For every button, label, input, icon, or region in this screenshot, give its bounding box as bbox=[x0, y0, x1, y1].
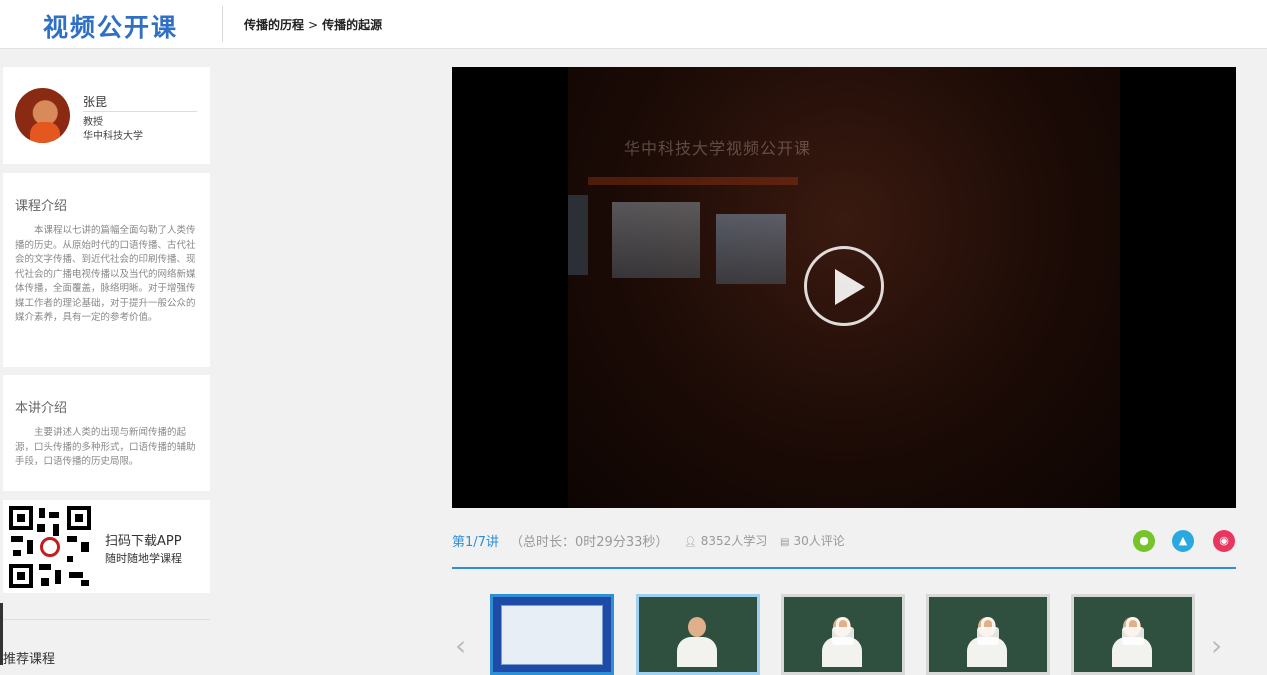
breadcrumb-lecture[interactable]: 传播的起源 bbox=[322, 18, 382, 32]
stage-screen bbox=[612, 202, 700, 278]
lecture-thumbnail[interactable] bbox=[636, 594, 760, 675]
thumbnail-image bbox=[639, 597, 757, 672]
lecture-duration: （总时长：0时29分33秒） bbox=[510, 535, 669, 550]
play-icon[interactable] bbox=[804, 246, 884, 326]
qr-finder bbox=[9, 506, 33, 530]
lecture-number: 第1/7讲 bbox=[452, 535, 499, 550]
teacher-card: 张昆 教授 华中科技大学 bbox=[3, 67, 210, 164]
header-divider bbox=[222, 6, 223, 42]
qr-finder bbox=[67, 506, 91, 530]
qr-module bbox=[53, 524, 59, 536]
app-download-card: 扫码下载APP 随时随地学课程 bbox=[3, 500, 210, 593]
lecture-thumbnail[interactable] bbox=[1071, 594, 1195, 675]
comment-icon: ▤ bbox=[780, 537, 790, 548]
lock-icon bbox=[1122, 617, 1144, 645]
stage-screen bbox=[716, 214, 786, 284]
qr-module bbox=[27, 540, 33, 554]
course-intro-heading: 课程介绍 bbox=[15, 199, 68, 214]
app-download-title[interactable]: 扫码下载APP bbox=[105, 530, 182, 549]
qr-module bbox=[13, 550, 21, 556]
top-bar: 视频公开课 传播的历程 > 传播的起源 bbox=[0, 0, 1267, 49]
video-stage-text: 华中科技大学视频公开课 bbox=[624, 139, 812, 158]
teacher-name[interactable]: 张昆 bbox=[83, 93, 197, 112]
stage-beam bbox=[588, 177, 798, 185]
weibo-icon[interactable]: ◉ bbox=[1213, 530, 1235, 552]
qr-module bbox=[49, 512, 59, 518]
qq-icon[interactable]: ▲ bbox=[1172, 530, 1194, 552]
chevron-left-icon[interactable]: ‹ bbox=[455, 632, 466, 660]
lecture-intro-text: 主要讲述人类的出现与新闻传播的起源，口头传播的多种形式，口语传播的辅助手段，口语… bbox=[15, 427, 196, 467]
recommend-divider bbox=[3, 619, 210, 620]
lock-icon bbox=[977, 617, 999, 645]
recommend-heading: 推荐课程 bbox=[3, 652, 56, 667]
stage-screen bbox=[568, 195, 588, 275]
thumbnail-image bbox=[493, 597, 611, 672]
qr-module bbox=[11, 536, 23, 542]
lecture-thumbnail[interactable] bbox=[490, 594, 614, 675]
app-download-subtitle: 随时随地学课程 bbox=[105, 552, 182, 565]
qr-center-logo bbox=[40, 537, 60, 557]
user-icon: 👤︎ bbox=[684, 537, 697, 548]
left-edge-tab[interactable] bbox=[0, 603, 3, 665]
qr-module bbox=[41, 578, 49, 586]
lock-icon bbox=[832, 617, 854, 645]
lecture-intro-card: 本讲介绍 主要讲述人类的出现与新闻传播的起源，口头传播的多种形式，口语传播的辅助… bbox=[3, 375, 210, 491]
lecture-thumbnail-strip: ‹ › bbox=[452, 594, 1236, 675]
lecture-thumbnail[interactable] bbox=[926, 594, 1050, 675]
qr-module bbox=[67, 536, 77, 542]
slide-preview bbox=[501, 605, 603, 665]
site-logo[interactable]: 视频公开课 bbox=[43, 8, 178, 44]
thumbnail-image bbox=[929, 597, 1047, 672]
qr-module bbox=[81, 542, 89, 552]
qr-finder bbox=[9, 564, 33, 588]
wechat-icon[interactable]: ● bbox=[1133, 530, 1155, 552]
teacher-school: 华中科技大学 bbox=[83, 131, 143, 142]
qr-module bbox=[39, 564, 51, 570]
chevron-right-icon[interactable]: › bbox=[1211, 632, 1222, 660]
learners-label: 8352人学习 bbox=[700, 534, 768, 548]
course-intro-card: 课程介绍 本课程以七讲的篇幅全面勾勒了人类传播的历史。从原始时代的口语传播、古代… bbox=[3, 173, 210, 367]
course-intro-text: 本课程以七讲的篇幅全面勾勒了人类传播的历史。从原始时代的口语传播、古代社会的文字… bbox=[15, 225, 196, 323]
lecture-meta-bar: 第1/7讲 （总时长：0时29分33秒） 👤︎ 8352人学习 ▤ 30人评论 ● … bbox=[452, 529, 1236, 569]
lecture-intro-heading: 本讲介绍 bbox=[15, 401, 68, 416]
breadcrumb-course[interactable]: 传播的历程 bbox=[244, 18, 304, 32]
breadcrumb: 传播的历程 > 传播的起源 bbox=[244, 16, 382, 33]
learners-count: 👤︎ 8352人学习 bbox=[684, 532, 767, 549]
qr-module bbox=[37, 524, 45, 532]
qr-module bbox=[39, 508, 45, 518]
comments-count[interactable]: ▤ 30人评论 bbox=[780, 532, 845, 549]
teacher-title: 教授 bbox=[83, 117, 103, 128]
thumbnail-image bbox=[784, 597, 902, 672]
video-player[interactable]: 华中科技大学视频公开课 bbox=[452, 67, 1236, 508]
qr-module bbox=[67, 556, 73, 562]
qr-module bbox=[69, 572, 83, 578]
qr-module bbox=[55, 570, 61, 584]
breadcrumb-separator: > bbox=[308, 18, 319, 32]
lecture-thumbnail[interactable] bbox=[781, 594, 905, 675]
speaker-figure bbox=[677, 617, 717, 667]
qr-module bbox=[81, 580, 89, 586]
teacher-avatar[interactable] bbox=[15, 88, 70, 143]
thumbnail-image bbox=[1074, 597, 1192, 672]
qr-code bbox=[7, 504, 93, 590]
comments-label: 30人评论 bbox=[793, 534, 845, 548]
